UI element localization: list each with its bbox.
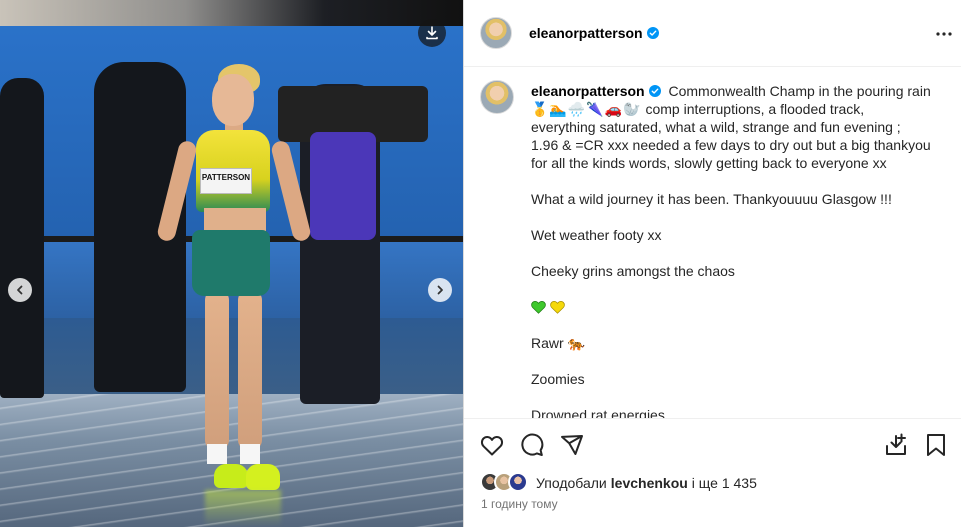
athlete-leg-left bbox=[205, 290, 229, 450]
post-timestamp[interactable]: 1 годину тому bbox=[481, 497, 558, 511]
caption-author-username[interactable]: eleanorpatterson bbox=[531, 83, 661, 99]
caption-paragraph: What a wild journey it has been. Thankyo… bbox=[531, 191, 892, 207]
chevron-left-icon bbox=[17, 285, 23, 295]
author-username-text[interactable]: eleanorpatterson bbox=[529, 25, 643, 41]
caption-paragraph: Drowned rat energies bbox=[531, 407, 665, 418]
download-icon bbox=[426, 26, 438, 40]
camera-operator-vest bbox=[310, 132, 376, 240]
bookmark-button[interactable] bbox=[924, 433, 948, 457]
shoe-reflection bbox=[205, 490, 281, 527]
caption-author-username-text[interactable]: eleanorpatterson bbox=[531, 83, 645, 99]
stadium-stands bbox=[0, 0, 463, 26]
athlete-shoe-right bbox=[246, 464, 280, 490]
likes-prefix: Уподобали bbox=[536, 475, 607, 491]
athlete-bib: PATTERSON bbox=[200, 168, 252, 194]
caption-paragraph: Zoomies bbox=[531, 371, 585, 387]
athlete-leg-right bbox=[238, 290, 262, 450]
author-avatar[interactable] bbox=[480, 17, 512, 49]
caption-emojis: 🥇🏊🌧️🌂🚗🦭 bbox=[531, 101, 642, 117]
caption-area: eleanorpatterson Commonwealth Champ in t… bbox=[464, 68, 961, 418]
download-button[interactable] bbox=[418, 19, 446, 47]
athlete-head bbox=[212, 74, 254, 126]
caption-rawr: Rawr 🐅 bbox=[531, 334, 931, 352]
chevron-right-icon bbox=[437, 285, 443, 295]
previous-photo-button[interactable] bbox=[8, 278, 32, 302]
green-heart-icon bbox=[531, 300, 546, 314]
post-photo[interactable]: PATTERSON bbox=[0, 0, 463, 527]
save-to-collection-icon bbox=[886, 433, 906, 455]
likes-summary: Уподобали levchenkou і ще 1 435 bbox=[480, 472, 757, 494]
likes-user-link[interactable]: levchenkou bbox=[611, 475, 688, 491]
liker-avatar[interactable] bbox=[508, 472, 528, 492]
verified-badge-icon bbox=[648, 85, 661, 97]
caption-text: eleanorpatterson Commonwealth Champ in t… bbox=[531, 82, 931, 418]
caption-first-line: Commonwealth Champ in the pouring rain bbox=[668, 83, 931, 99]
verified-badge-icon bbox=[646, 27, 659, 39]
yellow-heart-icon bbox=[550, 300, 565, 314]
tiger-emoji: 🐅 bbox=[567, 335, 585, 351]
athlete-sock-right bbox=[240, 444, 260, 464]
post-header: eleanorpatterson bbox=[464, 0, 961, 67]
post-side-panel: eleanorpatterson eleanorpatterson Common… bbox=[463, 0, 961, 527]
athlete-shorts bbox=[192, 230, 270, 296]
athlete-shoe-left bbox=[214, 464, 248, 488]
next-photo-button[interactable] bbox=[428, 278, 452, 302]
save-to-collection-button[interactable] bbox=[884, 433, 908, 457]
athlete-sock-left bbox=[207, 444, 227, 464]
caption-paragraph: Wet weather footy xx bbox=[531, 227, 662, 243]
comment-button[interactable] bbox=[520, 433, 544, 457]
action-bar bbox=[464, 418, 961, 470]
likes-count[interactable]: і ще 1 435 bbox=[692, 475, 757, 491]
like-button[interactable] bbox=[480, 433, 504, 457]
liker-avatars bbox=[480, 472, 536, 494]
caption-paragraph: Cheeky grins amongst the chaos bbox=[531, 263, 735, 279]
caption-author-avatar[interactable] bbox=[480, 80, 514, 114]
caption-hearts bbox=[531, 298, 931, 316]
more-options-button[interactable] bbox=[934, 24, 954, 44]
share-icon bbox=[561, 435, 583, 455]
bookmark-icon bbox=[927, 434, 945, 456]
photographer-left bbox=[0, 78, 44, 398]
more-horizontal-icon bbox=[936, 32, 952, 36]
author-username[interactable]: eleanorpatterson bbox=[529, 25, 659, 41]
share-button[interactable] bbox=[560, 433, 584, 457]
caption-rawr-text: Rawr bbox=[531, 335, 564, 351]
comment-icon bbox=[521, 433, 544, 456]
heart-outline-icon bbox=[480, 435, 504, 456]
barrier-panel-lower bbox=[0, 318, 463, 396]
